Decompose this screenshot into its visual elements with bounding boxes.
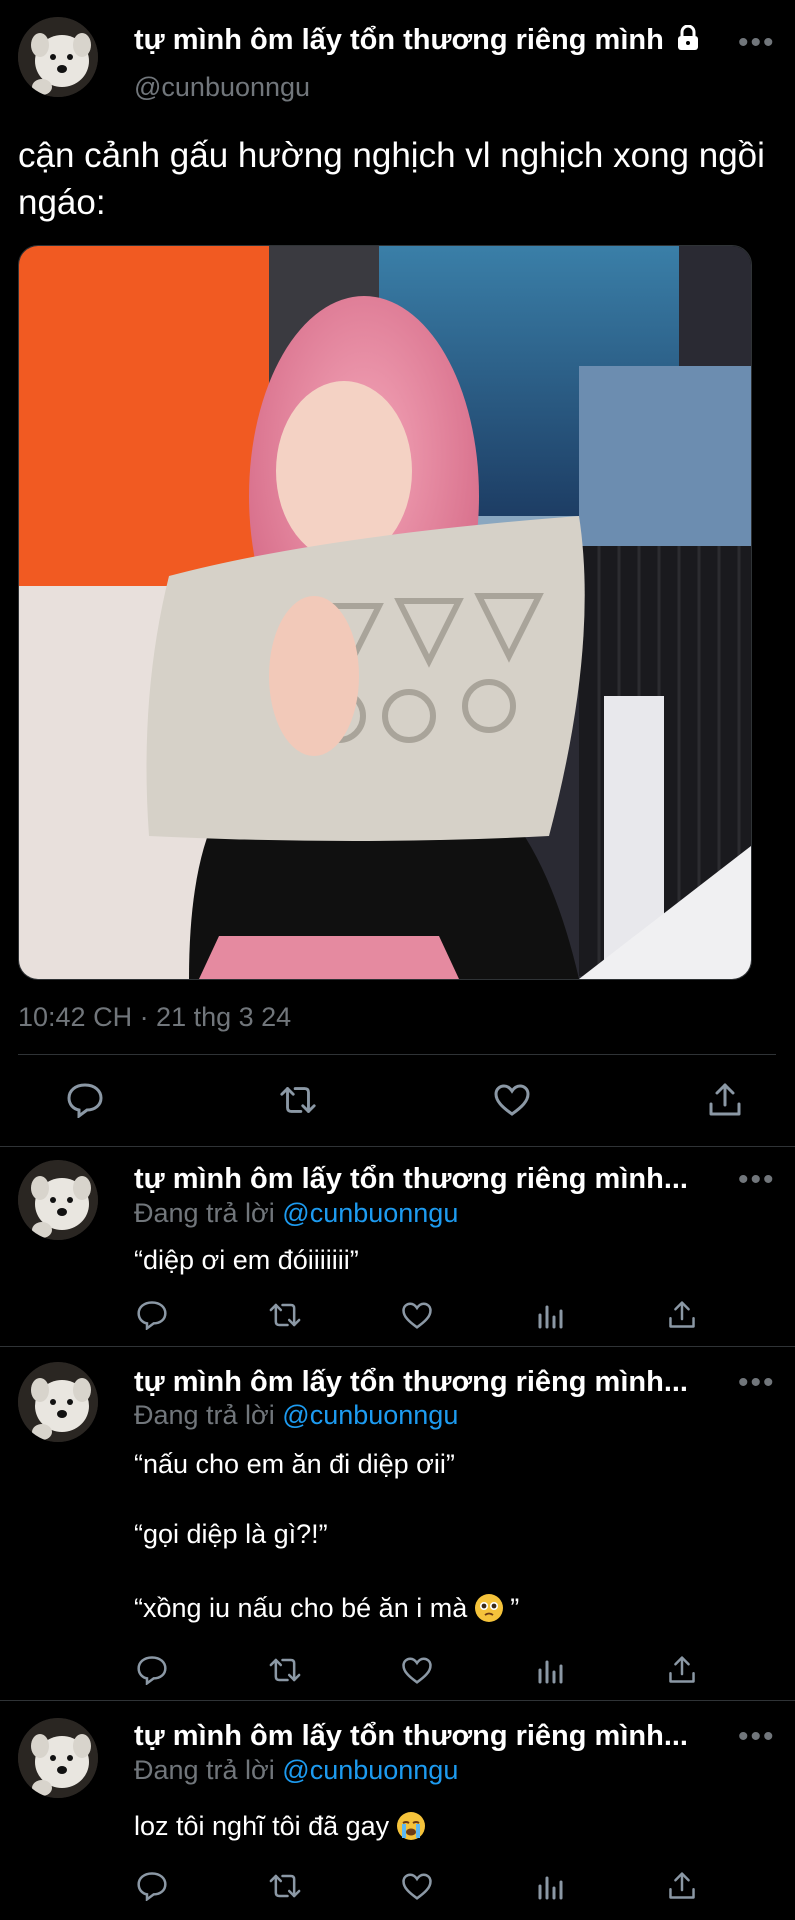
divider bbox=[0, 1700, 795, 1701]
reply-button[interactable] bbox=[132, 1866, 172, 1906]
reply-icon bbox=[137, 1301, 167, 1330]
lock-icon bbox=[676, 24, 700, 59]
replying-to: Đang trả lời @cunbuonngu bbox=[134, 1755, 458, 1786]
reply-author-name[interactable]: tự mình ôm lấy tổn thương riêng mình... bbox=[134, 1366, 688, 1399]
more-icon: ••• bbox=[738, 1720, 776, 1753]
author-handle[interactable]: @cunbuonngu bbox=[134, 72, 310, 103]
retweet-icon bbox=[280, 1087, 316, 1113]
crying-face-emoji bbox=[396, 1812, 425, 1840]
reply-text-segment: “xồng iu nấu cho bé ăn i mà bbox=[134, 1593, 468, 1623]
reply-avatar[interactable] bbox=[18, 1362, 98, 1442]
pleading-face-emoji bbox=[474, 1594, 503, 1622]
replying-prefix: Đang trả lời bbox=[134, 1400, 275, 1430]
heart-icon bbox=[402, 1656, 432, 1684]
replying-to: Đang trả lời @cunbuonngu bbox=[134, 1400, 458, 1431]
reply-button[interactable] bbox=[65, 1080, 105, 1120]
retweet-icon bbox=[269, 1658, 300, 1682]
more-options-button[interactable]: ••• bbox=[738, 1720, 776, 1754]
tweet-photo[interactable] bbox=[18, 245, 752, 980]
like-button[interactable] bbox=[492, 1080, 532, 1120]
avatar-dog-image bbox=[18, 1362, 98, 1442]
replying-prefix: Đang trả lời bbox=[134, 1755, 275, 1785]
reply-text-line: “gọi diệp là gì?!” bbox=[134, 1519, 328, 1549]
reply-author-name[interactable]: tự mình ôm lấy tổn thương riêng mình... bbox=[134, 1163, 688, 1196]
photo-girl-with-pillow bbox=[19, 246, 751, 979]
like-button[interactable] bbox=[397, 1866, 437, 1906]
tweet-text: cận cảnh gấu hường nghịch vl nghịch xong… bbox=[18, 136, 765, 222]
reply-actions bbox=[132, 1650, 702, 1690]
like-button[interactable] bbox=[397, 1650, 437, 1690]
retweet-button[interactable] bbox=[265, 1295, 305, 1335]
divider bbox=[0, 1146, 795, 1147]
divider bbox=[18, 1054, 776, 1055]
tweet-timestamp[interactable]: 10:42 CH · 21 thg 3 24 bbox=[18, 1002, 291, 1033]
reply-icon bbox=[137, 1656, 167, 1685]
reply-icon bbox=[137, 1872, 167, 1901]
share-button[interactable] bbox=[662, 1650, 702, 1690]
like-button[interactable] bbox=[397, 1295, 437, 1335]
share-button[interactable] bbox=[662, 1866, 702, 1906]
more-icon: ••• bbox=[738, 1366, 776, 1399]
reply-avatar[interactable] bbox=[18, 1160, 98, 1240]
author-avatar[interactable] bbox=[18, 17, 98, 97]
retweet-icon bbox=[269, 1303, 300, 1327]
replying-mention[interactable]: @cunbuonngu bbox=[282, 1755, 458, 1785]
share-icon bbox=[669, 1872, 695, 1899]
replying-to: Đang trả lời @cunbuonngu bbox=[134, 1198, 458, 1229]
reply-text: loz tôi nghĩ tôi đã gay bbox=[134, 1808, 425, 1844]
replying-mention[interactable]: @cunbuonngu bbox=[282, 1198, 458, 1228]
reply-text-segment: loz tôi nghĩ tôi đã gay bbox=[134, 1811, 390, 1841]
reply-text-line: “nấu cho em ăn đi diệp ơii” bbox=[134, 1449, 455, 1479]
replying-prefix: Đang trả lời bbox=[134, 1198, 275, 1228]
main-tweet-actions bbox=[65, 1080, 745, 1120]
author-name[interactable]: tự mình ôm lấy tổn thương riêng mình bbox=[134, 24, 664, 56]
heart-icon bbox=[402, 1872, 432, 1900]
share-button[interactable] bbox=[705, 1080, 745, 1120]
share-icon bbox=[669, 1301, 695, 1328]
reply-actions bbox=[132, 1295, 702, 1335]
reply-text: “diệp ơi em đóiiiiiii” bbox=[134, 1245, 359, 1275]
heart-icon bbox=[402, 1301, 432, 1329]
reply-avatar[interactable] bbox=[18, 1718, 98, 1798]
heart-icon bbox=[494, 1084, 530, 1116]
divider bbox=[0, 1346, 795, 1347]
retweet-button[interactable] bbox=[278, 1080, 318, 1120]
views-button[interactable] bbox=[530, 1650, 570, 1690]
views-icon bbox=[538, 1305, 562, 1329]
views-icon bbox=[538, 1660, 562, 1684]
more-options-button[interactable]: ••• bbox=[738, 1163, 776, 1197]
avatar-dog-image bbox=[18, 17, 98, 97]
views-icon bbox=[538, 1876, 562, 1900]
reply-author-name[interactable]: tự mình ôm lấy tổn thương riêng mình... bbox=[134, 1720, 688, 1753]
share-icon bbox=[669, 1656, 695, 1683]
reply-text-segment: ” bbox=[510, 1593, 520, 1623]
retweet-icon bbox=[269, 1874, 300, 1898]
views-button[interactable] bbox=[530, 1295, 570, 1335]
reply-button[interactable] bbox=[132, 1650, 172, 1690]
retweet-button[interactable] bbox=[265, 1650, 305, 1690]
share-icon bbox=[709, 1083, 741, 1116]
replying-mention[interactable]: @cunbuonngu bbox=[282, 1400, 458, 1430]
avatar-dog-image bbox=[18, 1718, 98, 1798]
author-name-row: tự mình ôm lấy tổn thương riêng mình bbox=[134, 24, 700, 59]
more-options-button[interactable]: ••• bbox=[738, 26, 776, 60]
views-button[interactable] bbox=[530, 1866, 570, 1906]
reply-button[interactable] bbox=[132, 1295, 172, 1335]
more-options-button[interactable]: ••• bbox=[738, 1366, 776, 1400]
reply-actions bbox=[132, 1866, 702, 1906]
share-button[interactable] bbox=[662, 1295, 702, 1335]
more-icon: ••• bbox=[738, 26, 776, 59]
retweet-button[interactable] bbox=[265, 1866, 305, 1906]
reply-text-line: “xồng iu nấu cho bé ăn i mà ” bbox=[134, 1590, 519, 1626]
avatar-dog-image bbox=[18, 1160, 98, 1240]
reply-icon bbox=[67, 1083, 103, 1118]
more-icon: ••• bbox=[738, 1163, 776, 1196]
